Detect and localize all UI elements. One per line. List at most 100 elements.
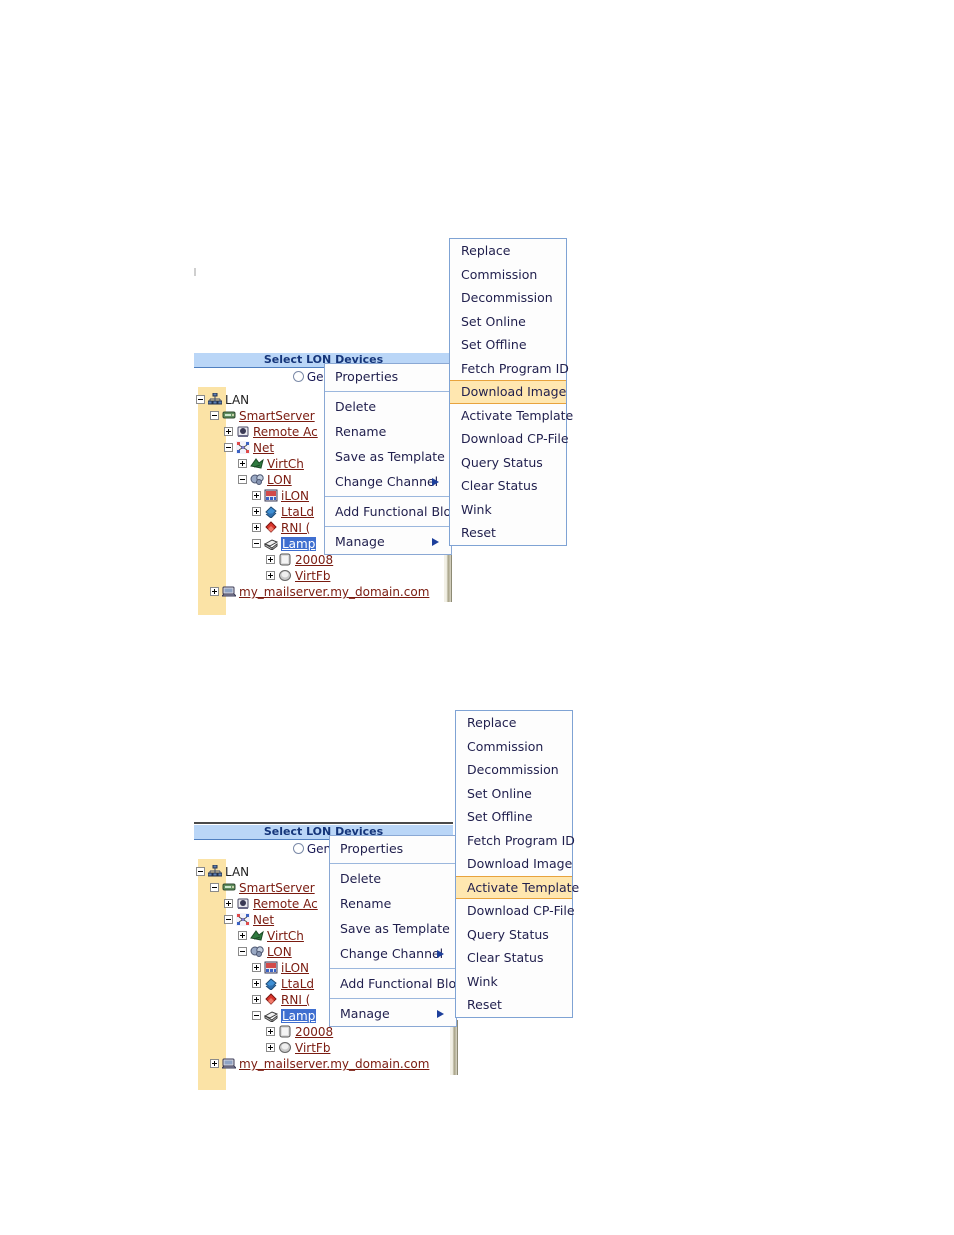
context-menu-item[interactable]: Add Functional Block [330, 971, 470, 996]
tree-item-label[interactable]: LAN [225, 393, 249, 407]
manage-submenu[interactable]: Replace Commission Decommission Set Online S… [449, 238, 573, 546]
expand-icon[interactable] [252, 979, 261, 988]
device-context-menu[interactable]: Properties Delete Rename Save as Template Ch… [329, 835, 470, 1027]
context-menu-item[interactable]: Rename [330, 891, 456, 916]
expand-icon[interactable] [252, 963, 261, 972]
submenu-item[interactable]: Query Status [450, 451, 566, 475]
submenu-item[interactable]: Commission [450, 263, 566, 287]
tree-item-label[interactable]: VirtCh [267, 929, 304, 943]
submenu-item[interactable]: Download CP-File [450, 427, 569, 451]
submenu-item[interactable]: Set Offline [450, 333, 566, 357]
expand-icon[interactable] [266, 555, 275, 564]
submenu-item-highlighted[interactable]: Activate Template [456, 875, 579, 899]
tree-item-label[interactable]: RNI ( [281, 521, 310, 535]
tree-item-label[interactable]: VirtFb [295, 1041, 330, 1055]
manage-submenu[interactable]: Replace Commission Decommission Set Online S… [455, 710, 579, 1018]
tree-item-label[interactable]: Remote Ac [253, 425, 318, 439]
context-menu-item[interactable]: Save as Template [325, 444, 451, 469]
tree-item[interactable]: my_mailserver.my_domain.com [194, 1056, 453, 1072]
submenu-item[interactable]: Replace [456, 711, 572, 735]
context-menu-item[interactable]: Rename [325, 419, 451, 444]
submenu-item[interactable]: Decommission [456, 758, 572, 782]
tree-item-label[interactable]: VirtFb [295, 569, 330, 583]
tree-item-label[interactable]: LAN [225, 865, 249, 879]
expand-icon[interactable] [238, 459, 247, 468]
context-menu-item[interactable]: Properties [330, 836, 456, 861]
submenu-item[interactable]: Wink [450, 498, 566, 522]
submenu-item[interactable]: Fetch Program ID [450, 357, 569, 381]
collapse-icon[interactable] [238, 947, 247, 956]
tree-item-label[interactable]: LON [267, 945, 292, 959]
tree-item-label[interactable]: Lamp [281, 537, 317, 551]
collapse-icon[interactable] [252, 1011, 261, 1020]
submenu-item[interactable]: Set Offline [456, 805, 572, 829]
submenu-item[interactable]: Set Online [450, 310, 566, 334]
expand-icon[interactable] [224, 427, 233, 436]
tree-item-label[interactable]: RNI ( [281, 993, 310, 1007]
context-menu-item[interactable]: Delete [325, 394, 451, 419]
context-menu-item[interactable]: Add Functional Block [325, 499, 465, 524]
tree-item-label[interactable]: SmartServer [239, 881, 315, 895]
tree-item-label[interactable]: LON [267, 473, 292, 487]
tree-item-label[interactable]: my_mailserver.my_domain.com [239, 585, 429, 599]
tree-item-label[interactable]: Lamp [281, 1009, 317, 1023]
tree-item-label[interactable]: LtaLd [281, 977, 314, 991]
context-menu-item[interactable]: Properties [325, 364, 451, 389]
context-menu-item[interactable]: Manage [325, 529, 451, 554]
expand-icon[interactable] [210, 1059, 219, 1068]
submenu-item[interactable]: Reset [456, 993, 572, 1017]
tree-item-label[interactable]: Net [253, 441, 274, 455]
tree-item[interactable]: my_mailserver.my_domain.com [194, 584, 453, 600]
submenu-item[interactable]: Set Online [456, 782, 572, 806]
submenu-item[interactable]: Download CP-File [456, 899, 575, 923]
tree-item-label[interactable]: 20008 [295, 1025, 333, 1039]
tree-item-label[interactable]: LtaLd [281, 505, 314, 519]
context-menu-item[interactable]: Delete [330, 866, 456, 891]
tree-item-label[interactable]: Remote Ac [253, 897, 318, 911]
device-context-menu[interactable]: Properties Delete Rename Save as Template Ch… [324, 363, 465, 555]
general-radio-button[interactable] [292, 843, 304, 854]
context-menu-item[interactable]: Manage [330, 1001, 456, 1026]
submenu-item[interactable]: Download Image [456, 852, 572, 876]
submenu-item[interactable]: Replace [450, 239, 566, 263]
tree-item-label[interactable]: SmartServer [239, 409, 315, 423]
expand-icon[interactable] [210, 587, 219, 596]
expand-icon[interactable] [252, 491, 261, 500]
submenu-item[interactable]: Query Status [456, 923, 572, 947]
collapse-icon[interactable] [210, 883, 219, 892]
context-menu-item[interactable]: Change Channel [325, 469, 451, 494]
collapse-icon[interactable] [196, 867, 205, 876]
submenu-item[interactable]: Clear Status [450, 474, 566, 498]
expand-icon[interactable] [224, 899, 233, 908]
tree-item[interactable]: VirtFb [194, 568, 453, 584]
expand-icon[interactable] [252, 523, 261, 532]
vertical-splitter[interactable] [444, 548, 452, 602]
expand-icon[interactable] [266, 571, 275, 580]
context-menu-item[interactable]: Save as Template [330, 916, 456, 941]
tree-item-label[interactable]: VirtCh [267, 457, 304, 471]
tree-item-label[interactable]: iLON [281, 489, 309, 503]
tree-item-label[interactable]: Net [253, 913, 274, 927]
tree-item[interactable]: VirtFb [194, 1040, 453, 1056]
general-radio-button[interactable] [292, 371, 304, 382]
collapse-icon[interactable] [224, 443, 233, 452]
collapse-icon[interactable] [252, 539, 261, 548]
tree-item-label[interactable]: 20008 [295, 553, 333, 567]
submenu-item[interactable]: Decommission [450, 286, 566, 310]
submenu-item-highlighted[interactable]: Download Image [450, 380, 566, 404]
expand-icon[interactable] [252, 995, 261, 1004]
submenu-item[interactable]: Fetch Program ID [456, 829, 575, 853]
submenu-item[interactable]: Clear Status [456, 946, 572, 970]
expand-icon[interactable] [266, 1043, 275, 1052]
vertical-splitter[interactable] [450, 1020, 458, 1075]
expand-icon[interactable] [238, 931, 247, 940]
expand-icon[interactable] [252, 507, 261, 516]
collapse-icon[interactable] [196, 395, 205, 404]
collapse-icon[interactable] [224, 915, 233, 924]
submenu-item[interactable]: Commission [456, 735, 572, 759]
submenu-item[interactable]: Wink [456, 970, 572, 994]
tree-item-label[interactable]: iLON [281, 961, 309, 975]
submenu-item[interactable]: Reset [450, 521, 566, 545]
collapse-icon[interactable] [238, 475, 247, 484]
context-menu-item[interactable]: Change Channel [330, 941, 456, 966]
